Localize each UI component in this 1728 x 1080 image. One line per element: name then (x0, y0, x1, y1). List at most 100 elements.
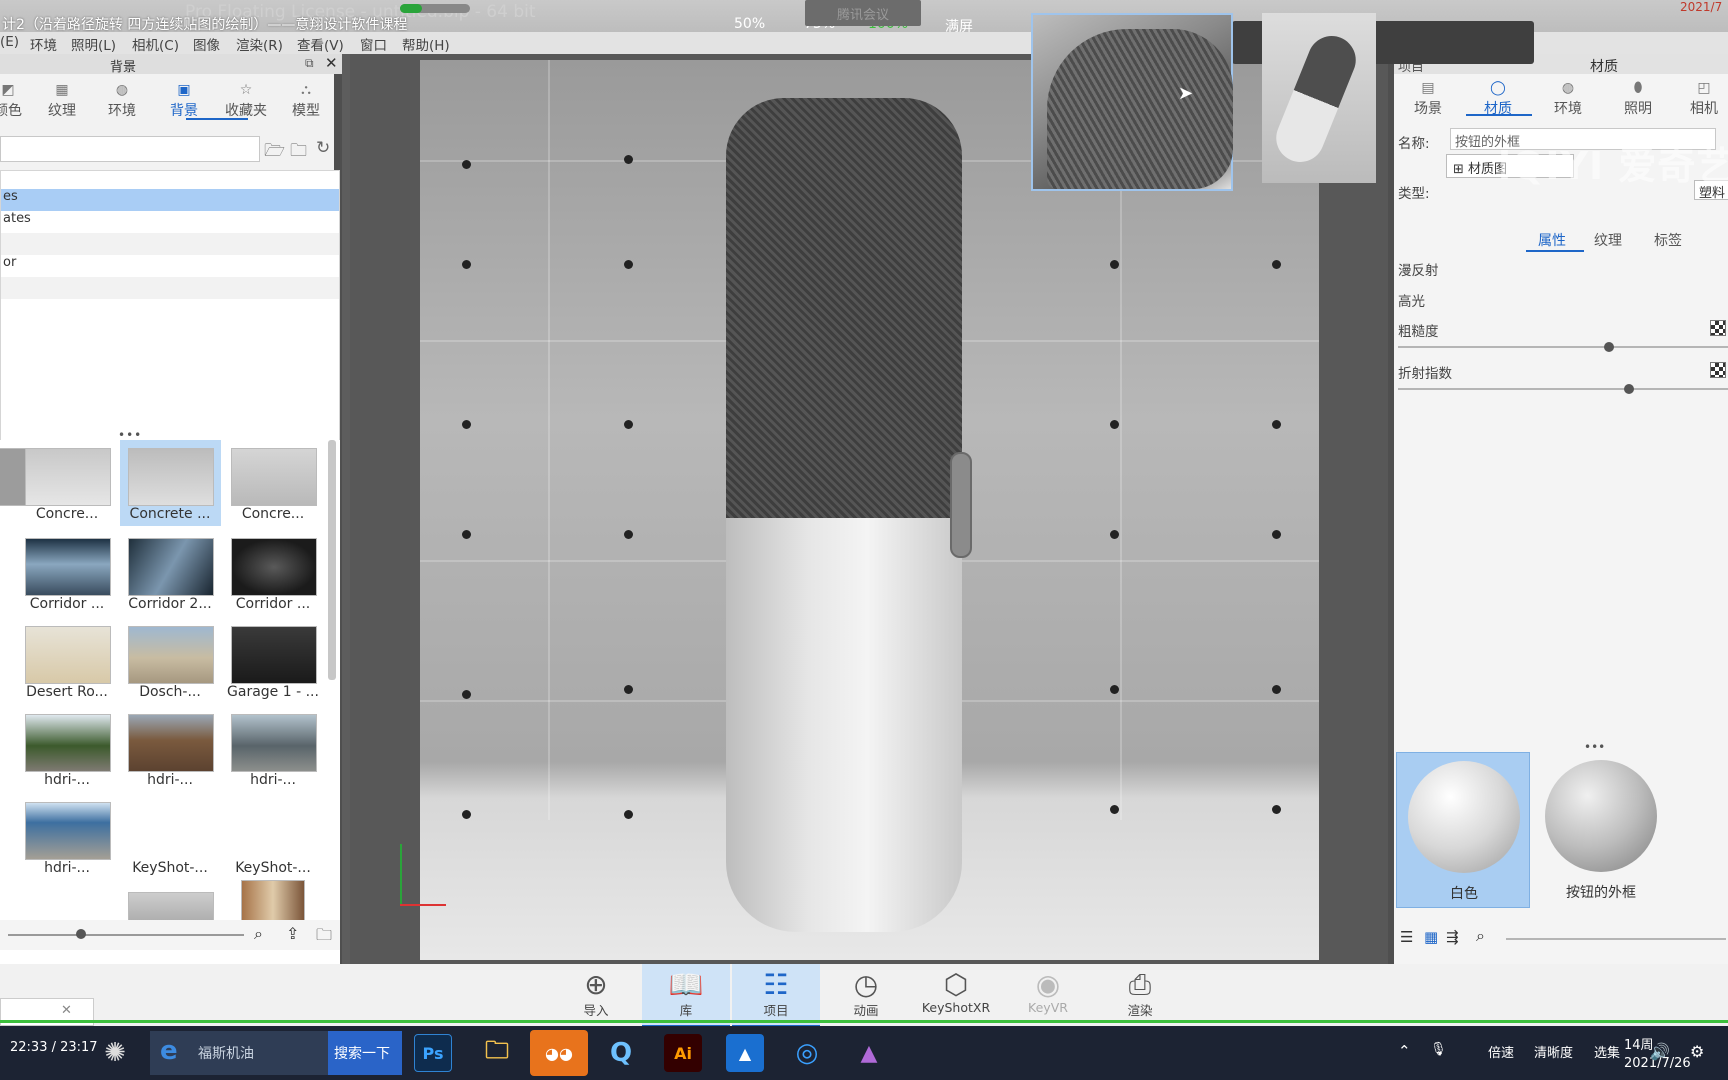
subtab-labels[interactable]: 标签 (1654, 230, 1682, 250)
project-button[interactable]: ☷ 项目 (732, 964, 820, 1028)
background-thumb-selected[interactable] (128, 448, 214, 506)
background-thumb[interactable] (25, 802, 111, 860)
photoshop-icon[interactable]: Ps (414, 1034, 452, 1072)
tab-background[interactable]: ▣ 背景 (156, 82, 212, 120)
render-button[interactable]: ⎙ 渲染 (1096, 964, 1184, 1028)
pinwheel-icon[interactable]: ✺ (96, 1034, 134, 1072)
material-swatch[interactable]: 按钮的外框 (1534, 752, 1668, 908)
list-view-icon[interactable]: ☰ (1400, 928, 1413, 946)
illustrator-icon[interactable]: Ai (664, 1034, 702, 1072)
tree-row[interactable] (1, 233, 339, 255)
close-icon[interactable]: ✕ (325, 54, 338, 72)
grid-view-icon[interactable]: ▦ (1424, 928, 1438, 946)
tab-favorites[interactable]: ☆ 收藏夹 (218, 82, 274, 120)
tree-row[interactable]: es (1, 189, 339, 211)
background-thumb[interactable] (231, 538, 317, 596)
camera-preview-full[interactable] (1262, 13, 1376, 183)
tab-color[interactable]: ◩ 颜色 (0, 82, 36, 120)
ior-slider-knob[interactable] (1624, 384, 1634, 394)
background-thumb[interactable] (231, 626, 317, 684)
background-thumb[interactable] (128, 626, 214, 684)
file-explorer-icon[interactable]: 🗀 (478, 1034, 516, 1072)
device-lower-shell[interactable] (726, 518, 962, 932)
add-folder-icon[interactable]: 🗀 (290, 138, 307, 167)
zoom-icon[interactable]: ⌕ (1476, 926, 1485, 946)
background-thumb[interactable] (25, 714, 111, 772)
library-search-input[interactable] (0, 136, 260, 162)
library-button[interactable]: 📖 库 (642, 964, 730, 1028)
tree-view-icon[interactable]: ⇶ (1446, 928, 1459, 946)
ior-slider[interactable] (1398, 388, 1728, 390)
render-image[interactable] (420, 60, 1319, 960)
settings-icon[interactable]: ⚙ (1690, 1042, 1704, 1061)
thumbnail-size-slider[interactable] (8, 934, 244, 936)
tree-row[interactable]: or (1, 255, 339, 277)
tab-scene[interactable]: ▤ 场景 (1398, 80, 1458, 118)
device-upper-shell[interactable] (726, 98, 962, 518)
tab-environment[interactable]: ◍ 环境 (94, 82, 150, 120)
speed-button[interactable]: 倍速 (1488, 1042, 1514, 1061)
keyshotxr-button[interactable]: ⬡ KeyShotXR (912, 964, 1000, 1028)
subtab-texture[interactable]: 纹理 (1594, 230, 1622, 250)
tab-lighting[interactable]: ⬮ 照明 (1608, 80, 1668, 118)
menu-image[interactable]: 图像 (193, 34, 220, 54)
ie-icon[interactable]: e (160, 1036, 178, 1066)
menu-lighting[interactable]: 照明(L) (71, 34, 116, 54)
keyvr-button[interactable]: ◉ KeyVR (1004, 964, 1092, 1028)
background-thumb[interactable] (231, 714, 317, 772)
tab-texture[interactable]: ▦ 纹理 (34, 82, 90, 120)
quality-button[interactable]: 清晰度 (1534, 1042, 1573, 1061)
menu-edit[interactable]: (E) (0, 34, 19, 50)
folder-open-icon[interactable]: 🗁 (264, 138, 285, 167)
texture-map-icon[interactable] (1710, 320, 1726, 336)
animation-button[interactable]: ◷ 动画 (822, 964, 910, 1028)
background-thumb[interactable] (128, 538, 214, 596)
menu-help[interactable]: 帮助(H) (402, 34, 450, 54)
swatch-size-slider[interactable] (1506, 938, 1726, 940)
q-app-icon[interactable]: Q (602, 1034, 640, 1072)
tree-row[interactable]: ates (1, 211, 339, 233)
tab-material[interactable]: ◯ 材质 (1468, 80, 1528, 118)
tab-camera[interactable]: ◰ 相机 (1674, 80, 1728, 118)
background-thumb[interactable] (231, 448, 317, 506)
subtab-properties[interactable]: 属性 (1538, 230, 1566, 250)
float-icon[interactable]: ⧉ (305, 56, 314, 71)
grid-scrollbar[interactable] (328, 440, 336, 680)
volume-icon[interactable]: 🔊 (1650, 1042, 1670, 1061)
video-progress-bar[interactable] (0, 1020, 1728, 1023)
background-thumb[interactable] (25, 626, 111, 684)
zoom-50-option[interactable]: 50% (734, 16, 765, 32)
import-button[interactable]: ⊕ 导入 (552, 964, 640, 1028)
slider-knob[interactable] (76, 929, 86, 939)
camera-preview-closeup[interactable]: ➤ (1031, 13, 1233, 191)
mic-icon[interactable]: 🎙 (1430, 1042, 1447, 1057)
device-side-button[interactable] (950, 452, 972, 558)
material-swatch-selected[interactable]: 白色 (1396, 752, 1530, 908)
taskbar-search-button[interactable]: 搜索一下 (328, 1031, 402, 1075)
tab-models[interactable]: ⛬ 模型 (278, 82, 334, 120)
tree-row[interactable] (1, 277, 339, 299)
menu-environment[interactable]: 环境 (30, 34, 57, 54)
episodes-button[interactable]: 选集 (1594, 1042, 1620, 1061)
keyshot-icon[interactable]: ◎ (788, 1034, 826, 1072)
menu-camera[interactable]: 相机(C) (132, 34, 179, 54)
menu-view[interactable]: 查看(V) (297, 34, 344, 54)
roughness-slider[interactable] (1398, 346, 1728, 348)
close-icon[interactable]: ✕ (61, 1003, 72, 1018)
meeting-badge[interactable]: 腾讯会议 (805, 0, 921, 26)
zoom-icon[interactable]: ⌕ (254, 924, 263, 944)
photos-icon[interactable]: ▲ (726, 1034, 764, 1072)
folder-icon[interactable]: 🗀 (316, 924, 332, 951)
wechat-icon[interactable]: ◕◕ (530, 1030, 588, 1076)
refresh-icon[interactable]: ↻ (316, 138, 330, 158)
tab-environment[interactable]: ◍ 环境 (1538, 80, 1598, 118)
chevron-up-icon[interactable]: ⌃ (1398, 1042, 1411, 1060)
menu-render[interactable]: 渲染(R) (236, 34, 283, 54)
mountain-app-icon[interactable]: ▲ (850, 1034, 888, 1072)
texture-map-icon[interactable] (1710, 362, 1726, 378)
upload-icon[interactable]: ⇪ (286, 924, 299, 943)
background-thumb[interactable] (128, 714, 214, 772)
menu-window[interactable]: 窗口 (360, 34, 387, 54)
roughness-slider-knob[interactable] (1604, 342, 1614, 352)
background-thumb[interactable] (25, 448, 111, 506)
